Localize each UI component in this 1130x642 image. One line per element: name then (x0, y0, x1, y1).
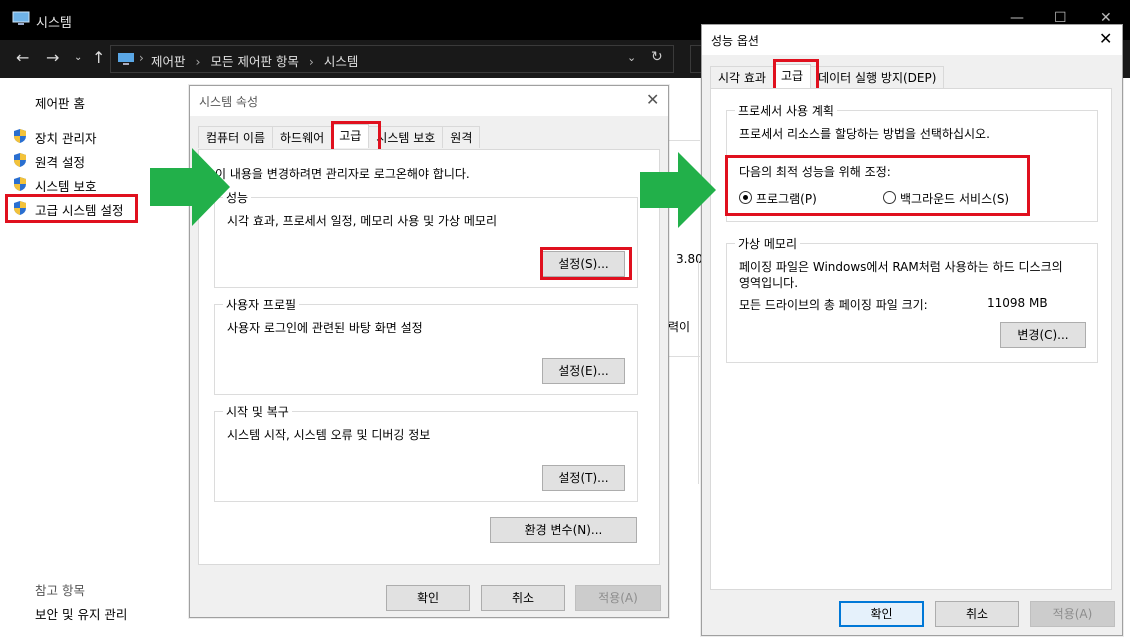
tab-visual-effects[interactable]: 시각 효과 (710, 66, 774, 88)
tab-remote[interactable]: 원격 (442, 126, 481, 148)
environment-variables-button[interactable]: 환경 변수(N)... (490, 517, 637, 543)
breadcrumb-system[interactable]: 시스템 (324, 54, 359, 69)
main-content-partial: 3.80 력이 (668, 78, 703, 498)
paging-total-value: 11098 MB (987, 296, 1048, 310)
address-bar[interactable]: › 제어판 › 모든 제어판 항목 › 시스템 ⌄ ↻ (110, 45, 674, 73)
paging-total-label: 모든 드라이브의 총 페이징 파일 크기: (739, 298, 928, 312)
user-profile-desc: 사용자 로그인에 관련된 바탕 화면 설정 (227, 321, 423, 335)
breadcrumb-control-panel[interactable]: 제어판 (151, 54, 186, 69)
user-profile-settings-button[interactable]: 설정(E)... (542, 358, 625, 384)
performance-options-dialog: 성능 옵션 ✕ 시각 효과 고급 데이터 실행 방지(DEP) 프로세서 사용 … (701, 24, 1123, 636)
forward-arrow-icon[interactable]: → (46, 48, 59, 67)
sidebar-item-device-manager[interactable]: 장치 관리자 (35, 128, 96, 147)
startup-recovery-desc: 시스템 시작, 시스템 오류 및 디버깅 정보 (227, 428, 431, 442)
startup-recovery-legend: 시작 및 복구 (223, 403, 292, 420)
change-virtual-memory-button[interactable]: 변경(C)... (1000, 322, 1086, 348)
sidebar-item-remote-settings[interactable]: 원격 설정 (35, 152, 85, 171)
green-arrow-icon (640, 152, 716, 228)
sidebar-item-system-protection[interactable]: 시스템 보호 (35, 176, 96, 195)
tab-hardware[interactable]: 하드웨어 (272, 126, 333, 148)
startup-settings-button[interactable]: 설정(T)... (542, 465, 625, 491)
cancel-button[interactable]: 취소 (935, 601, 1019, 627)
cancel-button[interactable]: 취소 (481, 585, 565, 611)
virtual-memory-desc-line2: 영역입니다. (739, 276, 799, 290)
dialog-title: 성능 옵션 (711, 34, 759, 48)
computer-icon (12, 11, 30, 25)
apply-button[interactable]: 적용(A) (575, 585, 661, 611)
apply-button[interactable]: 적용(A) (1030, 601, 1115, 627)
close-icon[interactable]: ✕ (646, 90, 659, 109)
refresh-icon[interactable]: ↻ (651, 49, 663, 65)
user-profile-group: 사용자 프로필 사용자 로그인에 관련된 바탕 화면 설정 설정(E)... (214, 296, 638, 395)
highlight-box (773, 59, 819, 91)
dialog-title-bar: 시스템 속성 ✕ (190, 86, 668, 116)
breadcrumb: 제어판 › 모든 제어판 항목 › 시스템 (151, 51, 364, 70)
tab-strip: 시각 효과 고급 데이터 실행 방지(DEP) (710, 64, 945, 88)
user-profile-legend: 사용자 프로필 (223, 296, 300, 313)
recent-chevron-down-icon[interactable]: ⌄ (74, 52, 82, 63)
control-panel-icon (118, 53, 134, 65)
virtual-memory-group: 가상 메모리 페이징 파일은 Windows에서 RAM처럼 사용하는 하드 디… (726, 235, 1098, 363)
ok-button[interactable]: 확인 (839, 601, 924, 627)
shield-icon (14, 177, 26, 191)
shield-icon (14, 153, 26, 167)
admin-note: 이 내용을 변경하려면 관리자로 로그온해야 합니다. (215, 167, 470, 181)
dialog-title-bar: 성능 옵션 ✕ (702, 25, 1122, 55)
address-dropdown-icon[interactable]: ⌄ (627, 51, 636, 64)
sidebar-link-security-maintenance[interactable]: 보안 및 유지 관리 (35, 604, 127, 623)
processor-legend: 프로세서 사용 계획 (735, 102, 837, 119)
highlight-box (5, 194, 138, 223)
highlight-box (725, 155, 1030, 216)
up-arrow-icon[interactable]: ↑ (92, 48, 105, 67)
shield-icon (14, 129, 26, 143)
highlight-box (540, 247, 632, 280)
see-also-heading: 참고 항목 (35, 583, 85, 598)
window-title: 시스템 (36, 16, 72, 31)
tab-dep[interactable]: 데이터 실행 방지(DEP) (810, 66, 945, 88)
close-icon[interactable]: ✕ (1099, 29, 1112, 48)
breadcrumb-chevron-icon: › (195, 54, 201, 69)
breadcrumb-chevron-icon: › (308, 54, 314, 69)
advanced-tab-panel: 이 내용을 변경하려면 관리자로 로그온해야 합니다. 성능 시각 효과, 프로… (198, 149, 660, 565)
advanced-tab-panel: 프로세서 사용 계획 프로세서 리소스를 할당하는 방법을 선택하십시오. 다음… (710, 88, 1112, 590)
partial-text: 력이 (668, 320, 691, 334)
tab-computer-name[interactable]: 컴퓨터 이름 (198, 126, 274, 148)
system-properties-dialog: 시스템 속성 ✕ 컴퓨터 이름 하드웨어 고급 시스템 보호 원격 이 내용을 … (189, 85, 669, 618)
processor-desc: 프로세서 리소스를 할당하는 방법을 선택하십시오. (739, 127, 990, 141)
back-arrow-icon[interactable]: ← (16, 48, 29, 67)
sidebar-home-link[interactable]: 제어판 홈 (35, 93, 85, 112)
startup-recovery-group: 시작 및 복구 시스템 시작, 시스템 오류 및 디버깅 정보 설정(T)... (214, 403, 638, 502)
green-arrow-icon (150, 148, 230, 226)
ok-button[interactable]: 확인 (386, 585, 470, 611)
performance-desc: 시각 효과, 프로세서 일정, 메모리 사용 및 가상 메모리 (227, 214, 497, 228)
dialog-title: 시스템 속성 (199, 95, 259, 109)
breadcrumb-chevron-icon: › (139, 51, 144, 65)
virtual-memory-legend: 가상 메모리 (735, 235, 801, 252)
breadcrumb-all-items[interactable]: 모든 제어판 항목 (210, 54, 298, 69)
virtual-memory-desc-line1: 페이징 파일은 Windows에서 RAM처럼 사용하는 하드 디스크의 (739, 260, 1063, 274)
